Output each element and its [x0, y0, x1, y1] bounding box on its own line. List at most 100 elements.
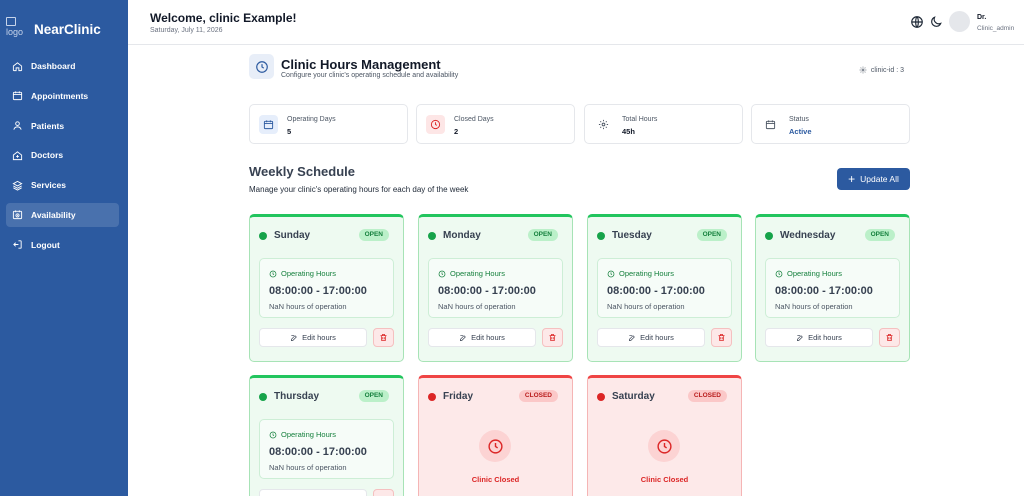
stat-total-hours: Total Hours 45h [584, 104, 743, 144]
hours-box: Operating Hours 08:00:00 - 17:00:00 NaN … [259, 258, 394, 318]
status-badge: CLOSED [518, 390, 558, 402]
closed-icon [479, 430, 511, 462]
day-name: Wednesday [780, 230, 836, 241]
sidebar-item-patients[interactable]: Patients [6, 114, 119, 138]
hospital-icon [12, 151, 23, 160]
sidebar-item-services[interactable]: Services [6, 173, 119, 197]
stat-label: Status [789, 116, 809, 123]
day-card-sunday: Sunday OPEN Operating Hours 08:00:00 - 1… [249, 214, 404, 362]
day-card-monday: Monday OPEN Operating Hours 08:00:00 - 1… [418, 214, 573, 362]
language-button[interactable] [910, 15, 924, 29]
edit-hours-button[interactable]: Edit hours [428, 328, 536, 347]
clock-icon [438, 270, 446, 277]
sidebar-nav: Dashboard Appointments Patients Doctors … [6, 54, 119, 263]
delete-button[interactable] [879, 328, 900, 347]
sidebar-item-label: Services [31, 180, 66, 191]
clinic-closed-label: Clinic Closed [640, 475, 689, 484]
logo-image: logo [6, 17, 23, 37]
stat-label: Closed Days [454, 116, 494, 123]
sidebar-item-logout[interactable]: Logout [6, 233, 119, 257]
operating-hours-label: Operating Hours [775, 269, 842, 278]
logout-icon [13, 240, 22, 249]
day-name: Tuesday [612, 230, 652, 241]
page-header: Clinic Hours Management Configure your c… [249, 54, 910, 84]
edit-icon [629, 334, 635, 341]
sidebar-item-label: Logout [31, 239, 60, 250]
hours-duration: NaN hours of operation [438, 302, 516, 311]
delete-button[interactable] [373, 489, 394, 496]
sidebar-item-doctors[interactable]: Doctors [6, 143, 119, 167]
page-icon [249, 54, 274, 79]
trash-icon [886, 334, 893, 341]
delete-button[interactable] [711, 328, 732, 347]
hours-range: 08:00:00 - 17:00:00 [438, 285, 536, 297]
sidebar-item-label: Dashboard [31, 61, 76, 71]
edit-hours-button[interactable]: Edit hours [765, 328, 873, 347]
edit-hours-button[interactable] [259, 489, 367, 496]
day-card-tuesday: Tuesday OPEN Operating Hours 08:00:00 - … [587, 214, 742, 362]
edit-icon [291, 334, 297, 341]
trash-icon [380, 334, 387, 341]
stat-status: Status Active [751, 104, 910, 144]
status-badge: OPEN [864, 229, 895, 241]
update-all-button[interactable]: + Update All [837, 168, 910, 190]
clinic-id-text: clinic-id : 3 [870, 66, 904, 74]
hours-range: 08:00:00 - 17:00:00 [775, 285, 873, 297]
gear-icon [859, 66, 867, 74]
hours-range: 08:00:00 - 17:00:00 [269, 446, 367, 458]
stat-operating-days: Operating Days 5 [249, 104, 408, 144]
edit-hours-button[interactable]: Edit hours [259, 328, 367, 347]
stats-row: Operating Days 5 Closed Days 2 Total Hou… [249, 104, 911, 144]
day-name: Saturday [612, 391, 655, 402]
stat-value: 5 [287, 127, 292, 136]
clock-icon [255, 60, 268, 73]
day-name: Thursday [274, 391, 320, 402]
stat-value: Active [789, 127, 812, 136]
stat-label: Operating Days [287, 116, 336, 123]
page-title: Clinic Hours Management [281, 57, 441, 72]
globe-icon [911, 16, 923, 28]
plus-icon: + [848, 172, 856, 186]
delete-button[interactable] [542, 328, 563, 347]
hours-box: Operating Hours 08:00:00 - 17:00:00 NaN … [428, 258, 563, 318]
status-dot [428, 232, 436, 240]
welcome-message: Welcome, clinic Example! [150, 11, 297, 25]
avatar[interactable] [949, 11, 970, 32]
sidebar: logo NearClinic Dashboard Appointments P… [0, 0, 128, 496]
status-badge: OPEN [696, 229, 727, 241]
calendar-icon [765, 120, 776, 130]
hours-duration: NaN hours of operation [269, 463, 347, 472]
clock-icon [269, 270, 277, 277]
stat-closed-days: Closed Days 2 [416, 104, 575, 144]
operating-hours-label: Operating Hours [269, 430, 336, 439]
brand[interactable]: logo NearClinic [6, 17, 126, 41]
status-dot [259, 232, 267, 240]
layers-icon [12, 180, 23, 191]
status-badge: CLOSED [687, 390, 727, 402]
sidebar-item-availability[interactable]: Availability [6, 202, 119, 227]
sidebar-item-dashboard[interactable]: Dashboard [6, 54, 119, 78]
edit-hours-button[interactable]: Edit hours [597, 328, 705, 347]
stat-icon [259, 115, 278, 134]
clock-icon [656, 438, 672, 454]
operating-hours-label: Operating Hours [269, 269, 336, 278]
clock-icon [487, 438, 503, 454]
hours-range: 08:00:00 - 17:00:00 [607, 285, 705, 297]
stat-label: Total Hours [622, 116, 658, 123]
user-name: Dr. [977, 14, 987, 21]
status-badge: OPEN [358, 229, 389, 241]
sidebar-item-label: Patients [31, 120, 65, 131]
sidebar-item-appointments[interactable]: Appointments [6, 84, 119, 108]
delete-button[interactable] [373, 328, 394, 347]
sidebar-item-label: Availability [31, 209, 76, 220]
calendar-icon [12, 91, 23, 101]
status-dot [428, 393, 436, 401]
sidebar-item-label: Doctors [31, 150, 64, 161]
hours-box: Operating Hours 08:00:00 - 17:00:00 NaN … [597, 258, 732, 318]
broken-image-icon [6, 17, 16, 26]
edit-icon [460, 334, 466, 341]
theme-toggle-button[interactable] [929, 15, 943, 29]
stat-icon [594, 115, 613, 134]
trash-icon [718, 334, 725, 341]
status-badge: OPEN [527, 229, 558, 241]
